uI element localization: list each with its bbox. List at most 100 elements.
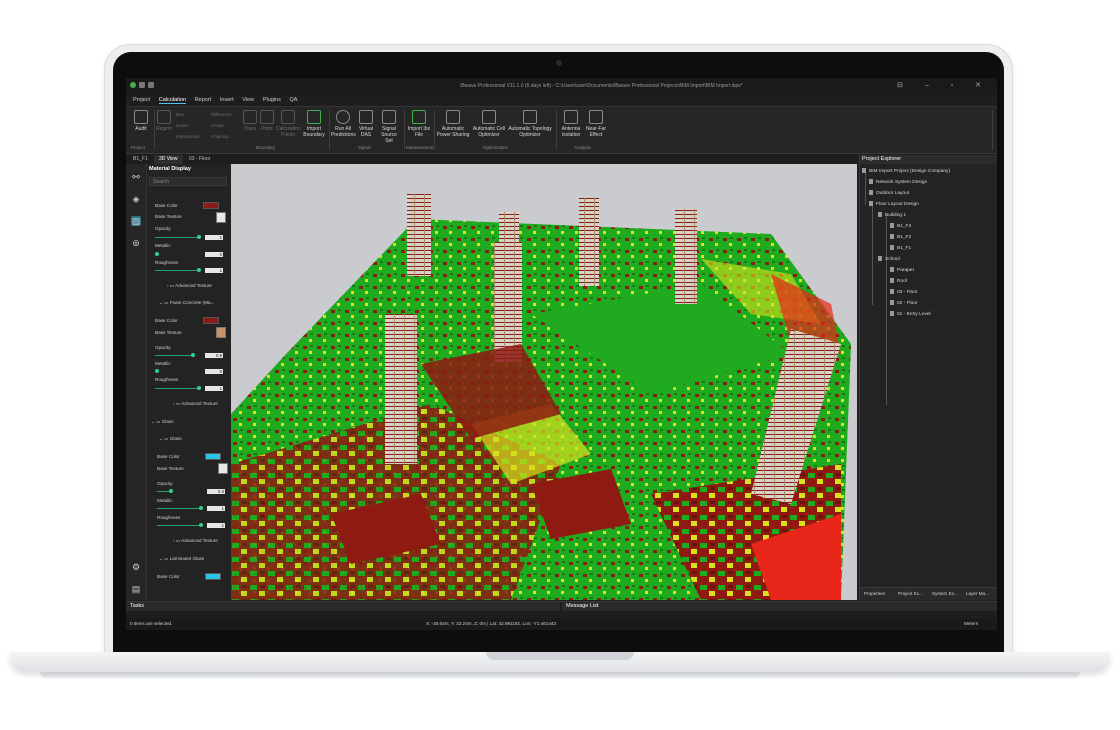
roughness-slider[interactable] [197, 268, 201, 272]
metallic-label: Metallic [157, 498, 173, 503]
tree-item-network-system-design[interactable]: Network System Design [869, 179, 927, 185]
3d-viewport[interactable] [231, 164, 857, 600]
roughness-slider[interactable] [199, 523, 203, 527]
bottom-panels: Tasks Message List 0 items are selected.… [126, 601, 997, 630]
tree-item-school[interactable]: School [878, 256, 900, 262]
union-item[interactable]: Union [176, 123, 188, 128]
laptop-notch [486, 652, 634, 660]
tab-project-explorer[interactable]: Project Ex... [898, 591, 923, 596]
glass-item[interactable]: ⌄ ▭ Glass [159, 436, 182, 442]
base-color-swatch[interactable] [203, 317, 219, 324]
laminated-glass-item[interactable]: ⌄ ▭ Laminated Glass [159, 556, 204, 562]
region-button[interactable]: Region [156, 110, 172, 132]
layers-icon[interactable]: ◈ [131, 194, 141, 204]
base-color-swatch[interactable] [205, 573, 221, 580]
panel-title: Material Display [149, 166, 191, 172]
metallic-slider[interactable] [155, 252, 159, 256]
metallic-value[interactable]: 1 [207, 506, 225, 511]
opacity-value[interactable]: 1 [205, 235, 223, 240]
document-icon[interactable]: ▤ [131, 584, 141, 594]
ungroup-item[interactable]: Ungroup [211, 134, 229, 139]
tree-item-b1-f3[interactable]: B1_F3 [890, 223, 911, 229]
tree-item-03-floor[interactable]: 03 - Floor [890, 289, 918, 295]
tab-03-floor[interactable]: 03 - Floor [184, 155, 215, 164]
menu-calculation[interactable]: Calculation [158, 97, 187, 104]
save-icon[interactable] [139, 82, 145, 88]
foam-concrete-folder[interactable]: ⌄ ▭ Foam Concrete (Ma... [159, 300, 214, 306]
menu-view[interactable]: View [242, 97, 254, 103]
tab-properties[interactable]: Properties [864, 591, 885, 596]
tree-item-parapet[interactable]: Parapet [890, 267, 914, 273]
tab-layer-manager[interactable]: Layer Ma... [966, 591, 989, 596]
network-icon[interactable]: ⚯ [131, 172, 141, 182]
material-icon[interactable]: ▨ [131, 216, 141, 226]
opacity-value[interactable]: 0.9 [205, 353, 223, 358]
base-color-swatch[interactable] [203, 202, 219, 209]
antenna-isolation-button[interactable]: Antenna Isolation [559, 110, 583, 138]
base-texture-thumb[interactable] [218, 463, 228, 474]
menu-plugins[interactable]: Plugins [263, 97, 281, 103]
tree-item-b1-f1[interactable]: B1_F1 [890, 245, 911, 251]
tab-b1-f1[interactable]: B1_F1 [128, 155, 153, 164]
menu-project[interactable]: Project [133, 97, 150, 103]
search-input[interactable]: Search [149, 177, 227, 186]
menu-insert[interactable]: Insert [220, 97, 234, 103]
roughness-value[interactable]: 1 [207, 523, 225, 528]
undo-icon[interactable] [148, 82, 154, 88]
base-texture-thumb[interactable] [216, 212, 226, 223]
window-controls[interactable]: ⊟ – ▫ ✕ [897, 81, 991, 89]
tree-item-b1-f2[interactable]: B1_F2 [890, 234, 911, 240]
near-far-effect-button[interactable]: Near-Far Effect [584, 110, 608, 138]
metallic-slider[interactable] [199, 506, 203, 510]
intersection-item[interactable]: Intersection [176, 134, 200, 139]
antenna-icon[interactable]: ⊚ [131, 238, 141, 248]
difference-item[interactable]: Difference [211, 112, 232, 117]
audit-button[interactable]: Audit [130, 110, 152, 132]
advanced-texture-label[interactable]: › ▭ Advanced Texture [173, 401, 218, 407]
advanced-texture-label[interactable]: › ▭ Advanced Texture [173, 538, 218, 544]
tree-item-01-entry-level[interactable]: 01 - Entry Level [890, 311, 931, 317]
tree-item-project[interactable]: BIM Import Project (Design Company) [862, 168, 950, 174]
tree-item-building-1[interactable]: Building 1 [878, 212, 906, 218]
menu-report[interactable]: Report [195, 97, 212, 103]
calculation-points-button[interactable]: Calculation Points [276, 110, 301, 138]
automatic-power-sharing-button[interactable]: Automatic Power Sharing [436, 110, 470, 138]
base-texture-thumb[interactable] [216, 327, 226, 338]
tab-system-explorer[interactable]: System Ex... [932, 591, 958, 596]
opacity-slider[interactable] [197, 235, 201, 239]
tree-item-02-floor[interactable]: 02 - Floor [890, 300, 918, 306]
glass-folder[interactable]: ⌄ ▭ Glass [151, 419, 174, 425]
opacity-slider[interactable] [191, 353, 195, 357]
run-all-predictions-button[interactable]: Run All Predictions [331, 110, 356, 138]
import-ibx-file-button[interactable]: Import Ibx File [407, 110, 431, 138]
tab-3d-view[interactable]: 3D View [154, 155, 183, 164]
tree-item-roof[interactable]: Roof [890, 278, 907, 284]
base-color-swatch[interactable] [205, 453, 221, 460]
advanced-texture-label[interactable]: › ▭ Advanced Texture [167, 283, 212, 289]
tree-item-outdoor-layout[interactable]: Outdoor Layout [869, 190, 909, 196]
group-item[interactable]: Group [211, 123, 224, 128]
opacity-value[interactable]: 0.3 [207, 489, 225, 494]
message-list-title: Message List [562, 602, 997, 611]
metallic-slider[interactable] [155, 369, 159, 373]
units-label[interactable]: Meters [964, 621, 978, 626]
automatic-topology-optimizer-button[interactable]: Automatic Topology Optimizer [508, 110, 552, 138]
import-boundary-button[interactable]: Import Boundary [302, 110, 326, 138]
menu-qa[interactable]: QA [290, 97, 298, 103]
virtual-das-button[interactable]: Virtual DAS [357, 110, 375, 138]
tree-item-floor-layout-design[interactable]: Floor Layout Design [869, 201, 919, 207]
signal-source-set-button[interactable]: Signal Source Set [377, 110, 401, 144]
opacity-slider[interactable] [169, 489, 173, 493]
metallic-value[interactable]: 0 [205, 252, 223, 257]
roughness-slider[interactable] [197, 386, 201, 390]
base-texture-label: Base Texture [155, 330, 182, 335]
box-item[interactable]: Box [176, 112, 184, 117]
metallic-value[interactable]: 0 [205, 369, 223, 374]
trace-button[interactable]: Trace [242, 110, 258, 132]
roughness-value[interactable]: 1 [205, 268, 223, 273]
roughness-value[interactable]: 1 [205, 386, 223, 391]
point-button[interactable]: Point [259, 110, 275, 132]
metallic-label: Metallic [155, 361, 171, 366]
settings-icon[interactable]: ⚙ [131, 562, 141, 572]
automatic-cell-optimizer-button[interactable]: Automatic Cell Optimizer [472, 110, 506, 138]
